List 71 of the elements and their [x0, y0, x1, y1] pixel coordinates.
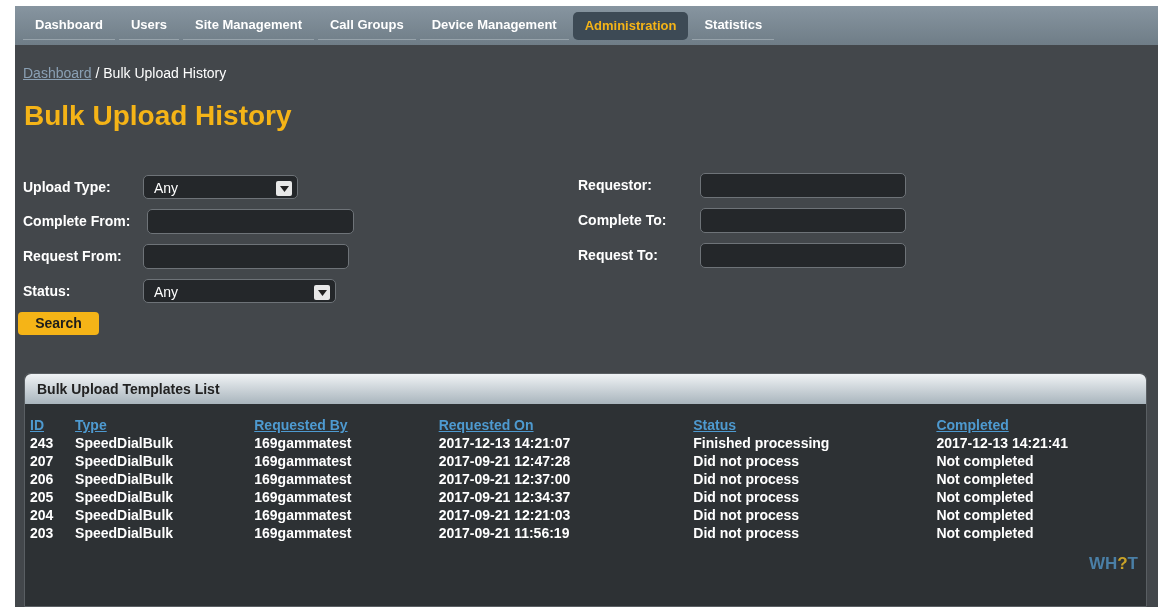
- column-header[interactable]: Requested By: [254, 417, 348, 433]
- dropdown[interactable]: Any: [143, 175, 298, 199]
- table-cell-text: Did not process: [693, 506, 801, 524]
- dropdown-value: Any: [154, 283, 179, 302]
- table-cell: 169gammatest: [254, 488, 439, 506]
- table-cell: 169gammatest: [254, 524, 439, 542]
- nav-tab[interactable]: Device Management: [419, 11, 569, 40]
- field-label: Complete From:: [23, 212, 132, 231]
- table-cell-text: Not completed: [936, 452, 1035, 470]
- table-cell-text: Did not process: [693, 488, 801, 506]
- table-cell-text: Not completed: [936, 524, 1035, 542]
- table-cell-text: SpeedDialBulk: [75, 488, 175, 506]
- table-cell-text: Not completed: [936, 506, 1035, 524]
- field-label: Request To:: [578, 246, 659, 265]
- nav-tab[interactable]: Users: [118, 11, 180, 40]
- table-cell-text: SpeedDialBulk: [75, 506, 175, 524]
- panel-title: Bulk Upload Templates List: [37, 379, 220, 399]
- search-button[interactable]: Search: [18, 312, 99, 335]
- input-field[interactable]: [700, 208, 906, 233]
- nav-tab[interactable]: Call Groups: [317, 11, 416, 40]
- logo: WH?T: [1088, 552, 1138, 575]
- column-header[interactable]: Completed: [936, 417, 1009, 433]
- nav-tab[interactable]: Statistics: [692, 11, 775, 40]
- table-cell: 169gammatest: [254, 506, 439, 524]
- table-cell: 169gammatest: [254, 452, 439, 470]
- breadcrumb-current: / Bulk Upload History: [95, 64, 227, 83]
- table-cell-text: Did not process: [693, 470, 801, 488]
- table-cell-text: 2017-12-13 14:21:07: [438, 434, 572, 452]
- field-label: Status:: [23, 281, 72, 301]
- table-cell-text: Did not process: [693, 452, 801, 470]
- table-cell-text: 2017-09-21 12:47:28: [438, 452, 572, 470]
- table-cell-text: SpeedDialBulk: [75, 524, 175, 542]
- nav-tab[interactable]: Dashboard: [23, 11, 115, 40]
- table-cell: 203: [30, 524, 76, 542]
- table-cell-text: Did not process: [693, 524, 801, 542]
- field-label: Upload Type:: [23, 177, 112, 197]
- table-cell-text: 2017-09-21 12:34:37: [438, 488, 572, 506]
- dropdown-value: Any: [154, 179, 179, 198]
- input-field[interactable]: [143, 244, 349, 269]
- table-cell: 243: [30, 434, 76, 452]
- column-header[interactable]: Type: [75, 417, 107, 433]
- field-label: Request From:: [23, 247, 123, 266]
- table-cell-text: SpeedDialBulk: [75, 452, 175, 470]
- field-label: Requestor:: [578, 176, 653, 195]
- table-cell: 169gammatest: [254, 470, 439, 488]
- table-cell-text: 2017-09-21 12:37:00: [438, 470, 572, 488]
- nav-tab[interactable]: Administration: [572, 11, 689, 40]
- table-cell: Finished processing: [693, 434, 937, 452]
- table-cell-text: 2017-09-21 12:21:03: [438, 506, 572, 524]
- column-header[interactable]: Requested On: [438, 417, 534, 433]
- table-cell: 169gammatest: [254, 434, 439, 452]
- breadcrumb-link[interactable]: Dashboard: [23, 63, 92, 84]
- table-cell-text: 2017-09-21 11:56:19: [438, 524, 571, 542]
- table-cell-text: 2017-12-13 14:21:41: [936, 434, 1069, 452]
- table-cell: 204: [30, 506, 76, 524]
- table-cell-text: SpeedDialBulk: [75, 434, 175, 452]
- table-cell: 207: [30, 452, 76, 470]
- column-header[interactable]: Status: [693, 417, 737, 433]
- nav-tab[interactable]: Site Management: [183, 11, 314, 40]
- table-cell-text: Not completed: [936, 470, 1035, 488]
- dropdown[interactable]: Any: [143, 279, 336, 303]
- table-cell-text: SpeedDialBulk: [75, 470, 175, 488]
- input-field[interactable]: [700, 173, 906, 198]
- input-field[interactable]: [147, 209, 354, 234]
- table-cell: 205: [30, 488, 76, 506]
- table-cell: 206: [30, 470, 76, 488]
- input-field[interactable]: [700, 243, 906, 268]
- column-header[interactable]: ID: [30, 417, 44, 433]
- field-label: Complete To:: [578, 211, 668, 230]
- table-cell-text: Not completed: [936, 488, 1035, 506]
- page-title: Bulk Upload History: [23, 99, 293, 133]
